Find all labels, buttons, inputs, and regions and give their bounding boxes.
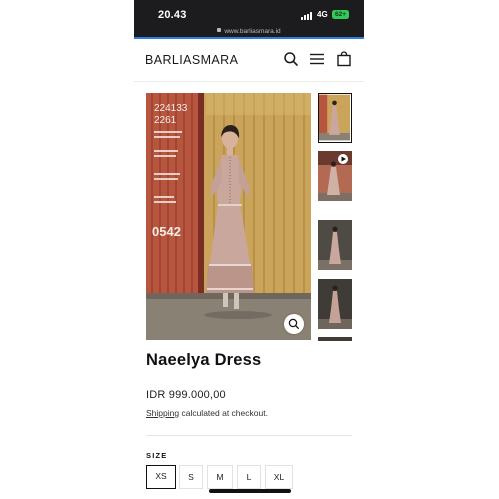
shipping-link[interactable]: Shipping	[146, 408, 179, 418]
thumbnail-1[interactable]	[318, 93, 352, 143]
divider	[146, 435, 352, 436]
thumbnail-3[interactable]	[318, 220, 352, 270]
container-number: 0542	[152, 224, 181, 239]
size-option-m[interactable]: M	[207, 465, 233, 489]
home-indicator[interactable]	[209, 489, 291, 493]
status-bar: 20.43 4G 62+ www.barliasmara.id	[134, 0, 364, 38]
size-label: SIZE	[146, 451, 168, 460]
thumbnail-5-partial[interactable]	[318, 337, 352, 341]
phone-screen: 20.43 4G 62+ www.barliasmara.id BARLIASM…	[134, 0, 364, 499]
site-header: BARLIASMARA	[134, 39, 364, 82]
zoom-in-icon	[288, 318, 299, 329]
container-code-1: 224133	[154, 103, 188, 114]
size-option-l[interactable]: L	[237, 465, 261, 489]
size-option-s[interactable]: S	[179, 465, 203, 489]
thumbnail-image	[318, 151, 352, 201]
size-option-xs[interactable]: XS	[146, 465, 176, 489]
lock-icon	[217, 28, 222, 33]
thumbnail-image	[319, 94, 350, 141]
thumbnail-image	[318, 279, 352, 329]
product-main-image[interactable]: 224133 2261 0542	[146, 93, 311, 340]
thumbnail-image	[318, 220, 352, 270]
size-option-xl[interactable]: XL	[265, 465, 293, 489]
product-price: IDR 999.000,00	[146, 389, 226, 401]
network-type: 4G	[317, 10, 328, 19]
thumbnail-2-video[interactable]	[318, 151, 352, 201]
brand-logo[interactable]: BARLIASMARA	[145, 53, 238, 67]
container-code-2: 2261	[154, 115, 177, 126]
zoom-button[interactable]	[284, 314, 304, 334]
thumbnail-4[interactable]	[318, 279, 352, 329]
status-time: 20.43	[158, 9, 187, 21]
shopping-bag-icon[interactable]	[336, 51, 352, 67]
shipping-text: calculated at checkout.	[181, 408, 268, 418]
battery-icon: 62+	[332, 10, 349, 19]
shipping-note: Shipping calculated at checkout.	[146, 408, 268, 418]
hamburger-menu-icon[interactable]	[309, 51, 325, 67]
product-title: Naeelya Dress	[146, 351, 262, 369]
search-icon[interactable]	[283, 51, 299, 67]
signal-icon	[301, 12, 314, 20]
product-photo: 224133 2261 0542	[146, 93, 311, 340]
url-text: www.barliasmara.id	[224, 28, 281, 35]
